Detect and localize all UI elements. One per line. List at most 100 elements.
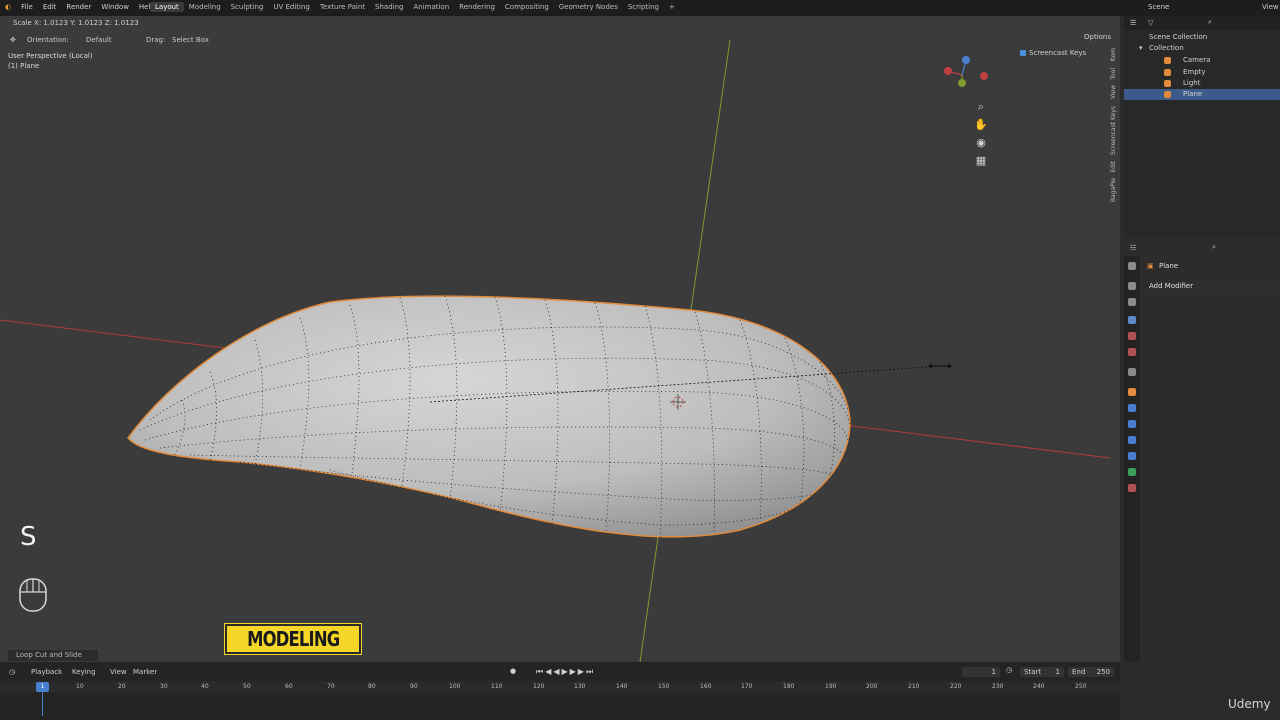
status-area [1120,662,1280,720]
tab-tool[interactable]: Tool [1110,68,1117,80]
tab-animation[interactable]: Animation [408,2,454,12]
tab-sculpting[interactable]: Sculpting [226,2,269,12]
view-layer-selector[interactable]: View [1262,3,1279,11]
current-frame-field[interactable]: 1 [962,667,1000,677]
zoom-icon[interactable]: ⌕ [974,100,988,114]
world-tab-icon[interactable] [1128,348,1136,356]
tab-screencast-keys[interactable]: Screencast Keys [1110,106,1117,155]
properties-panel [1124,240,1280,662]
start-label: Start [1024,668,1042,676]
menu-render[interactable]: Render [61,2,96,12]
tab-uv-editing[interactable]: UV Editing [268,2,315,12]
3d-viewport[interactable]: Scale X: 1.0123 Y: 1.0123 Z: 1.0123 ✥ Or… [0,16,1120,662]
clock-icon[interactable]: ◷ [1006,666,1012,674]
menu-file[interactable]: File [16,2,38,12]
end-frame-field[interactable]: End 250 [1068,667,1114,677]
search-icon[interactable]: ⌕ [1208,18,1212,27]
viewport-canvas[interactable] [0,16,1120,662]
tick-label: 60 [285,683,293,690]
particles-tab-icon[interactable] [1128,420,1136,428]
outliner-editor-icon[interactable]: ☰ [1130,19,1136,27]
tab-scripting[interactable]: Scripting [623,2,664,12]
data-tab-icon[interactable] [1128,468,1136,476]
properties-object-name: Plane [1159,262,1179,270]
udemy-watermark: Udemy [1228,697,1271,711]
tab-bagapie[interactable]: BagaPie [1110,178,1117,202]
navigation-gizmo [944,56,988,87]
scale-readout: Scale X: 1.0123 Y: 1.0123 Z: 1.0123 [13,19,139,27]
workspace-tabs: Layout Modeling Sculpting UV Editing Tex… [150,2,680,12]
tick-label: 250 [1075,683,1087,690]
scene-tab-icon[interactable] [1128,332,1136,340]
scene-selector[interactable]: Scene [1148,3,1169,11]
outliner-item-empty[interactable]: Empty [1124,67,1280,78]
record-icon[interactable]: ● [510,667,516,675]
start-frame-field[interactable]: Start 1 [1020,667,1064,677]
tick-label: 80 [368,683,376,690]
filter-icon[interactable]: ▽ [1148,19,1153,27]
tab-rendering[interactable]: Rendering [454,2,500,12]
blender-logo-icon[interactable]: ◐ [0,2,16,12]
tab-layout[interactable]: Layout [150,2,184,12]
grid-view-icon[interactable]: ▦ [974,154,988,168]
outliner-item-light[interactable]: Light [1124,78,1280,89]
menu-marker[interactable]: Marker [133,668,157,676]
outliner-item-plane[interactable]: Plane [1124,89,1280,100]
end-label: End [1072,668,1086,676]
orientation-dropdown[interactable]: Default [86,36,112,44]
menu-view[interactable]: View [110,668,127,676]
menu-keying[interactable]: Keying [72,668,96,676]
tick-label: 100 [449,683,461,690]
tab-texture-paint[interactable]: Texture Paint [315,2,370,12]
properties-editor-icon[interactable]: ☷ [1130,244,1136,252]
outliner-collection[interactable]: ▾ Collection [1124,43,1280,54]
menu-playback[interactable]: Playback [31,668,62,676]
material-tab-icon[interactable] [1128,484,1136,492]
collection-tab-icon[interactable] [1128,368,1136,376]
camera-view-icon[interactable]: ◉ [974,136,988,150]
add-workspace-button[interactable]: + [664,2,680,12]
options-dropdown[interactable]: Options [1084,33,1111,41]
transform-icon[interactable]: ✥ [10,36,16,44]
tab-item[interactable]: Item [1110,48,1117,62]
tab-geometry-nodes[interactable]: Geometry Nodes [554,2,623,12]
screencast-keys-toggle[interactable]: Screencast Keys [1020,49,1086,57]
view-layer-tab-icon[interactable] [1128,316,1136,324]
playback-controls[interactable]: ⏮◀◀▶▶▶⏭ [536,667,595,677]
outliner-header: ☰ ▽ ⌕ [1124,16,1280,30]
menu-window[interactable]: Window [96,2,134,12]
pan-hand-icon[interactable]: ✋ [974,118,988,132]
tool-tab-icon[interactable] [1128,262,1136,270]
last-operator-panel[interactable]: Loop Cut and Slide [8,650,98,661]
checkbox-icon[interactable] [1020,50,1026,56]
current-frame-indicator[interactable]: 1 [36,682,49,692]
properties-search-icon[interactable]: ⌕ [1212,243,1216,252]
outliner-scene-collection[interactable]: Scene Collection [1124,32,1280,43]
tab-shading[interactable]: Shading [370,2,408,12]
orientation-label: Orientation: [27,36,69,44]
outliner-item-camera[interactable]: Camera [1124,55,1280,66]
tab-view[interactable]: View [1110,85,1117,99]
output-tab-icon[interactable] [1128,298,1136,306]
camera-icon [1164,57,1171,64]
viewport-info: User Perspective (Local) (1) Plane [8,51,93,71]
tick-label: 40 [201,683,209,690]
collapse-icon[interactable]: ▾ [1139,43,1143,54]
menu-edit[interactable]: Edit [38,2,62,12]
tick-label: 20 [118,683,126,690]
object-tab-icon[interactable] [1128,388,1136,396]
view-name: User Perspective (Local) [8,52,93,60]
tab-edit[interactable]: Edit [1110,161,1117,173]
tick-label: 110 [491,683,503,690]
drag-dropdown[interactable]: Select Box [172,36,209,44]
timeline-editor-icon[interactable]: ◷ [9,668,15,676]
add-modifier-button[interactable]: Add Modifier [1146,281,1276,292]
tab-modeling[interactable]: Modeling [184,2,226,12]
constraints-tab-icon[interactable] [1128,452,1136,460]
render-tab-icon[interactable] [1128,282,1136,290]
modifier-tab-icon[interactable] [1128,404,1136,412]
outliner-item-label: Empty [1183,68,1206,76]
physics-tab-icon[interactable] [1128,436,1136,444]
tick-label: 50 [243,683,251,690]
tab-compositing[interactable]: Compositing [500,2,554,12]
